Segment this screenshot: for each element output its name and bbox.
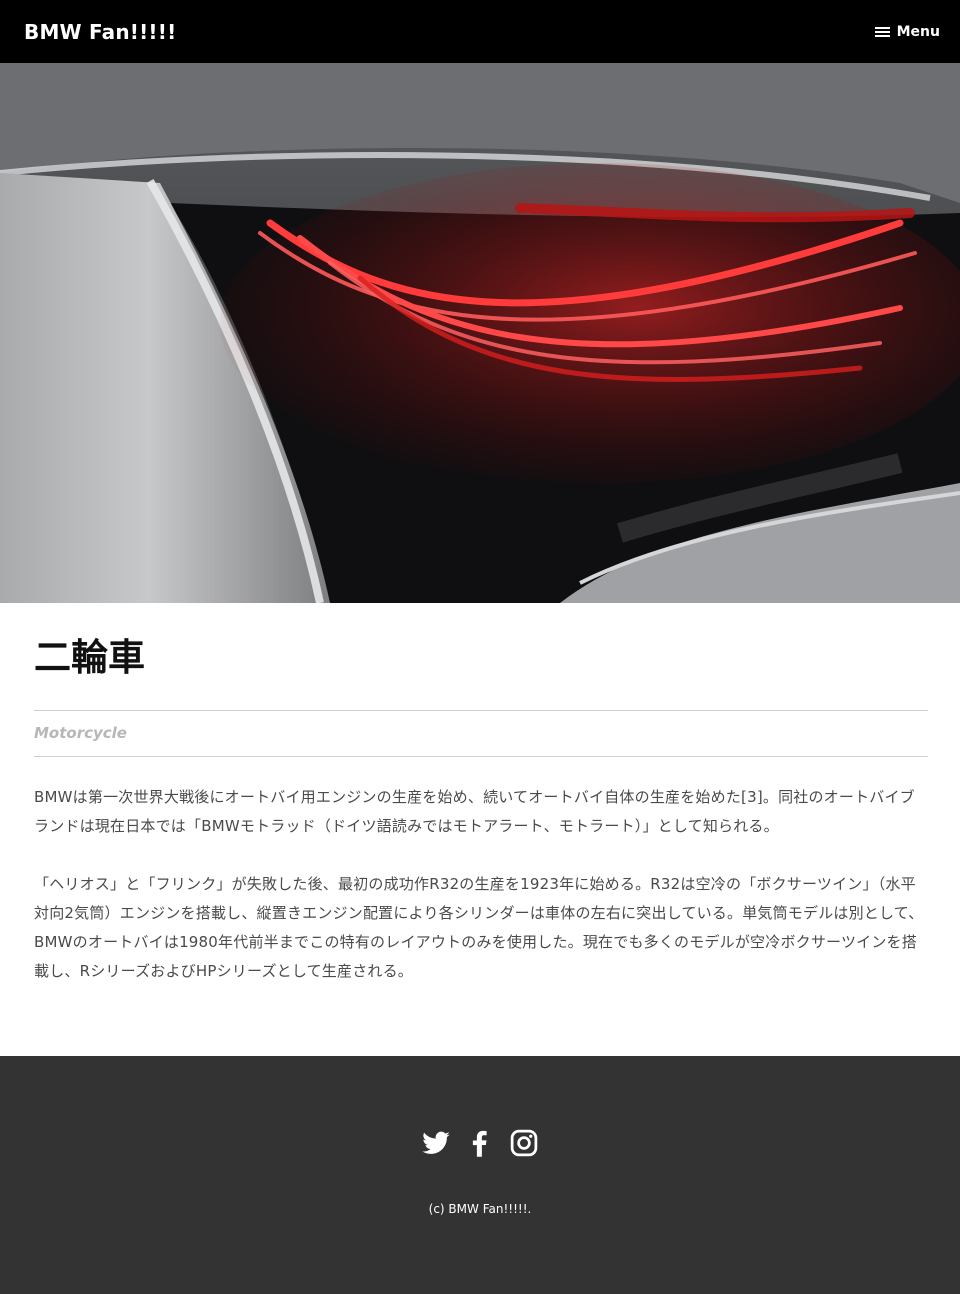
hamburger-icon [874,26,890,38]
divider [34,755,928,757]
hero-tail-light-illustration [0,63,960,603]
article: 二輪車 Motorcycle BMWは第一次世界大戦後にオートバイ用エンジンの生… [34,603,928,986]
page-title: 二輪車 [34,636,145,679]
site-title[interactable]: BMW Fan!!!!! [24,20,176,44]
site-header: BMW Fan!!!!! Menu [0,0,960,63]
menu-label: Menu [896,23,940,40]
article-subtitle: Motorcycle [34,723,127,742]
hero-image [0,63,960,603]
instagram-icon[interactable] [509,1126,539,1160]
menu-button[interactable]: Menu [874,23,940,40]
site-footer: (c) BMW Fan!!!!!. [0,1056,960,1294]
article-paragraph: 「ヘリオス」と「フリンク」が失敗した後、最初の成功作R32の生産を1923年に始… [34,874,924,980]
article-paragraph: BMWは第一次世界大戦後にオートバイ用エンジンの生産を始め、続いてオートバイ自体… [34,787,915,835]
social-links [0,1126,960,1160]
copyright: (c) BMW Fan!!!!!. [428,1202,532,1216]
facebook-icon[interactable] [465,1126,495,1160]
twitter-icon[interactable] [421,1126,451,1160]
